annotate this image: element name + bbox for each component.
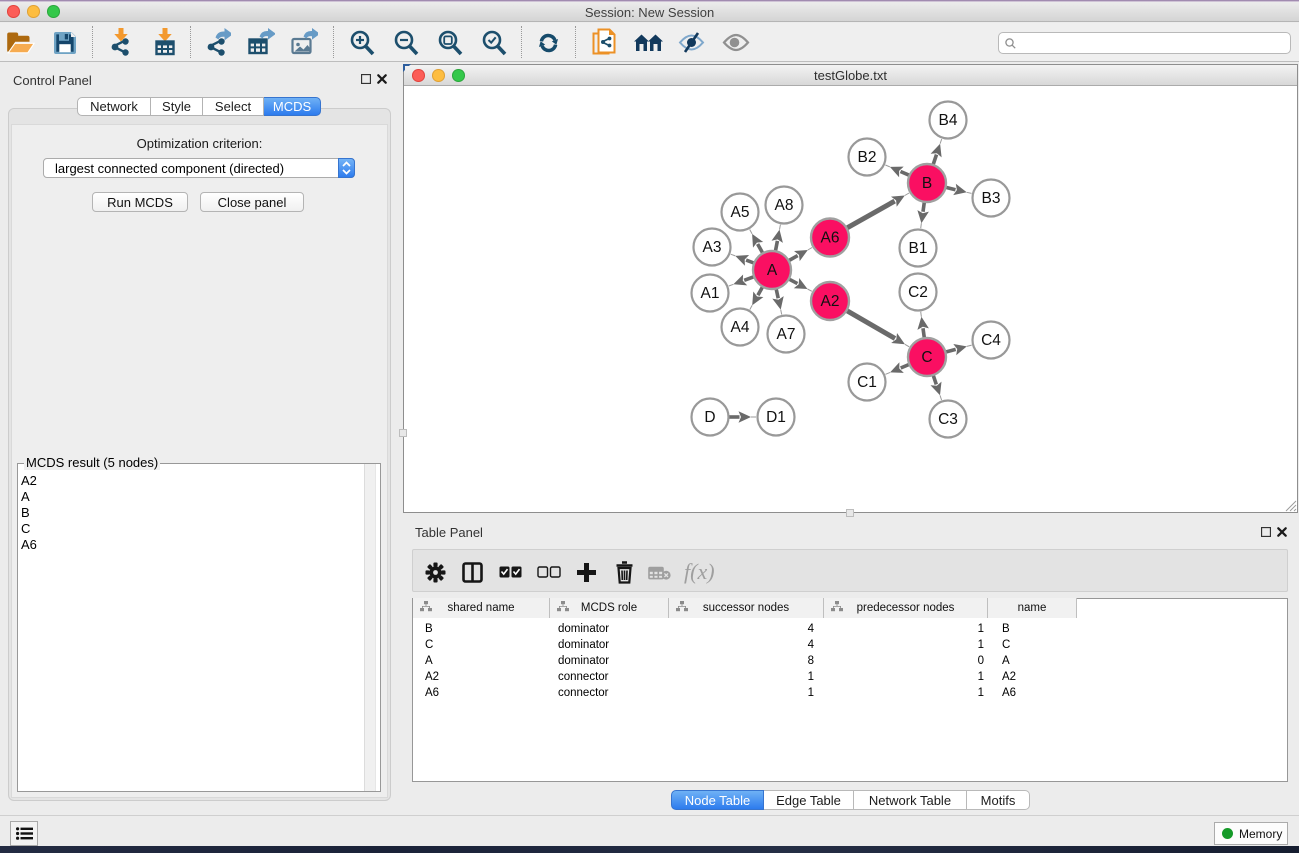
svg-text:C4: C4: [981, 332, 1001, 349]
svg-text:A: A: [767, 262, 778, 279]
svg-text:A1: A1: [701, 285, 720, 302]
svg-text:A4: A4: [731, 319, 750, 336]
svg-text:B4: B4: [939, 112, 958, 129]
svg-text:C3: C3: [938, 411, 958, 428]
svg-text:B2: B2: [858, 149, 877, 166]
svg-text:A5: A5: [731, 204, 750, 221]
svg-text:B: B: [922, 175, 932, 192]
svg-text:B1: B1: [909, 240, 928, 257]
svg-text:A8: A8: [775, 197, 794, 214]
svg-text:C1: C1: [857, 374, 877, 391]
svg-text:C2: C2: [908, 284, 928, 301]
svg-text:A2: A2: [821, 293, 840, 310]
svg-text:A7: A7: [777, 326, 796, 343]
svg-text:D1: D1: [766, 409, 786, 426]
svg-text:D: D: [704, 409, 715, 426]
svg-text:B3: B3: [982, 190, 1001, 207]
svg-text:C: C: [921, 349, 932, 366]
svg-text:A3: A3: [703, 239, 722, 256]
svg-text:A6: A6: [821, 230, 840, 247]
